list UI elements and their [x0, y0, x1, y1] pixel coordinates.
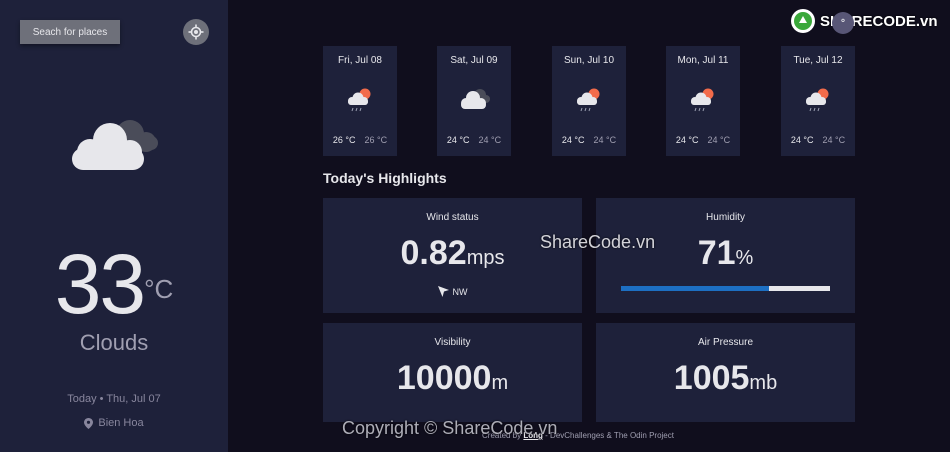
- forecast-card: Sun, Jul 10 24 °C 24 °C: [552, 46, 626, 156]
- forecast-day: Tue, Jul 12: [793, 55, 843, 66]
- current-location: Bien Hoa: [0, 417, 228, 429]
- pressure-label: Air Pressure: [697, 337, 753, 348]
- clouds-weather-icon: [72, 120, 158, 170]
- sharecode-logo: SHARECODE.vn: [790, 8, 938, 34]
- pressure-unit: mb: [749, 372, 778, 394]
- watermark-copyright: Copyright © ShareCode.vn: [342, 418, 558, 438]
- crosshair-icon: [188, 24, 204, 40]
- humidity-progress-bar: [621, 286, 830, 291]
- forecast-card: Mon, Jul 11 24 °C 24 °C: [666, 46, 740, 156]
- visibility-unit: m: [491, 372, 509, 394]
- forecast-temps: 26 °C 26 °C: [323, 135, 397, 145]
- rain-sun-cloud-icon: [574, 86, 606, 119]
- forecast-temps: 24 °C 24 °C: [437, 135, 511, 145]
- map-pin-icon: [84, 417, 94, 429]
- humidity-label: Humidity: [706, 212, 745, 223]
- humidity-number: 71: [697, 234, 736, 272]
- forecast-min-temp: 24 °C: [707, 135, 731, 145]
- location-name: Bien Hoa: [98, 417, 144, 429]
- highlights-title: Today's Highlights: [323, 170, 447, 186]
- forecast-min-temp: 24 °C: [822, 135, 846, 145]
- wind-direction: NW: [323, 286, 582, 297]
- forecast-min-temp: 24 °C: [478, 135, 502, 145]
- wind-direction-text: NW: [452, 286, 468, 297]
- air-pressure-card: Air Pressure 1005mb: [596, 323, 855, 422]
- forecast-max-temp: 24 °C: [561, 135, 585, 145]
- forecast-day: Fri, Jul 08: [338, 55, 382, 66]
- forecast-card: Tue, Jul 12 24 °C 24 °C: [781, 46, 855, 156]
- forecast-max-temp: 24 °C: [675, 135, 699, 145]
- visibility-label: Visibility: [434, 337, 471, 348]
- visibility-value: 10000m: [323, 359, 582, 398]
- search-places-button[interactable]: Seach for places: [20, 20, 120, 44]
- wind-speed: 0.82: [400, 234, 467, 272]
- forecast-card: Sat, Jul 09 24 °C 24 °C: [437, 46, 511, 156]
- temperature-value: 33: [54, 237, 146, 331]
- footer-suffix: - DevChallenges & The Odin Project: [545, 431, 674, 440]
- visibility-card: Visibility 10000m: [323, 323, 582, 422]
- navigation-arrow-icon: [437, 286, 449, 297]
- wind-label: Wind status: [426, 212, 479, 223]
- forecast-day: Mon, Jul 11: [677, 55, 729, 66]
- forecast-max-temp: 26 °C: [332, 135, 356, 145]
- pressure-value: 1005mb: [596, 359, 855, 398]
- forecast-day: Sun, Jul 10: [563, 55, 615, 66]
- cloud-icon: [459, 86, 491, 117]
- weather-condition: Clouds: [79, 330, 149, 355]
- forecast-card: Fri, Jul 08 26 °C 26 °C: [323, 46, 397, 156]
- humidity-progress-fill: [621, 286, 770, 291]
- my-location-button[interactable]: [183, 19, 209, 45]
- pressure-number: 1005: [673, 359, 750, 397]
- rain-sun-cloud-icon: [688, 86, 720, 119]
- unit-toggle-button[interactable]: °: [832, 12, 854, 34]
- visibility-number: 10000: [396, 359, 492, 397]
- forecast-day: Sat, Jul 09: [450, 55, 498, 66]
- humidity-unit: %: [735, 247, 754, 269]
- forecast-min-temp: 26 °C: [364, 135, 388, 145]
- humidity-card: Humidity 71%: [596, 198, 855, 313]
- forecast-max-temp: 24 °C: [446, 135, 470, 145]
- watermark-middle: ShareCode.vn: [540, 232, 656, 252]
- forecast-max-temp: 24 °C: [790, 135, 814, 145]
- forecast-min-temp: 24 °C: [593, 135, 617, 145]
- forecast-temps: 24 °C 24 °C: [666, 135, 740, 145]
- forecast-temps: 24 °C 24 °C: [781, 135, 855, 145]
- recycle-logo-icon: [791, 9, 815, 33]
- current-date: Today • Thu, Jul 07: [67, 393, 161, 405]
- current-temperature: 33°C: [0, 236, 228, 333]
- forecast-temps: 24 °C 24 °C: [552, 135, 626, 145]
- rain-sun-cloud-icon: [345, 86, 377, 119]
- sidebar: Seach for places 33°C Clouds Today • Thu…: [0, 0, 228, 452]
- wind-status-card: Wind status 0.82mps NW: [323, 198, 582, 313]
- temperature-unit: °C: [144, 274, 174, 304]
- wind-unit: mps: [466, 247, 505, 269]
- rain-sun-cloud-icon: [803, 86, 835, 119]
